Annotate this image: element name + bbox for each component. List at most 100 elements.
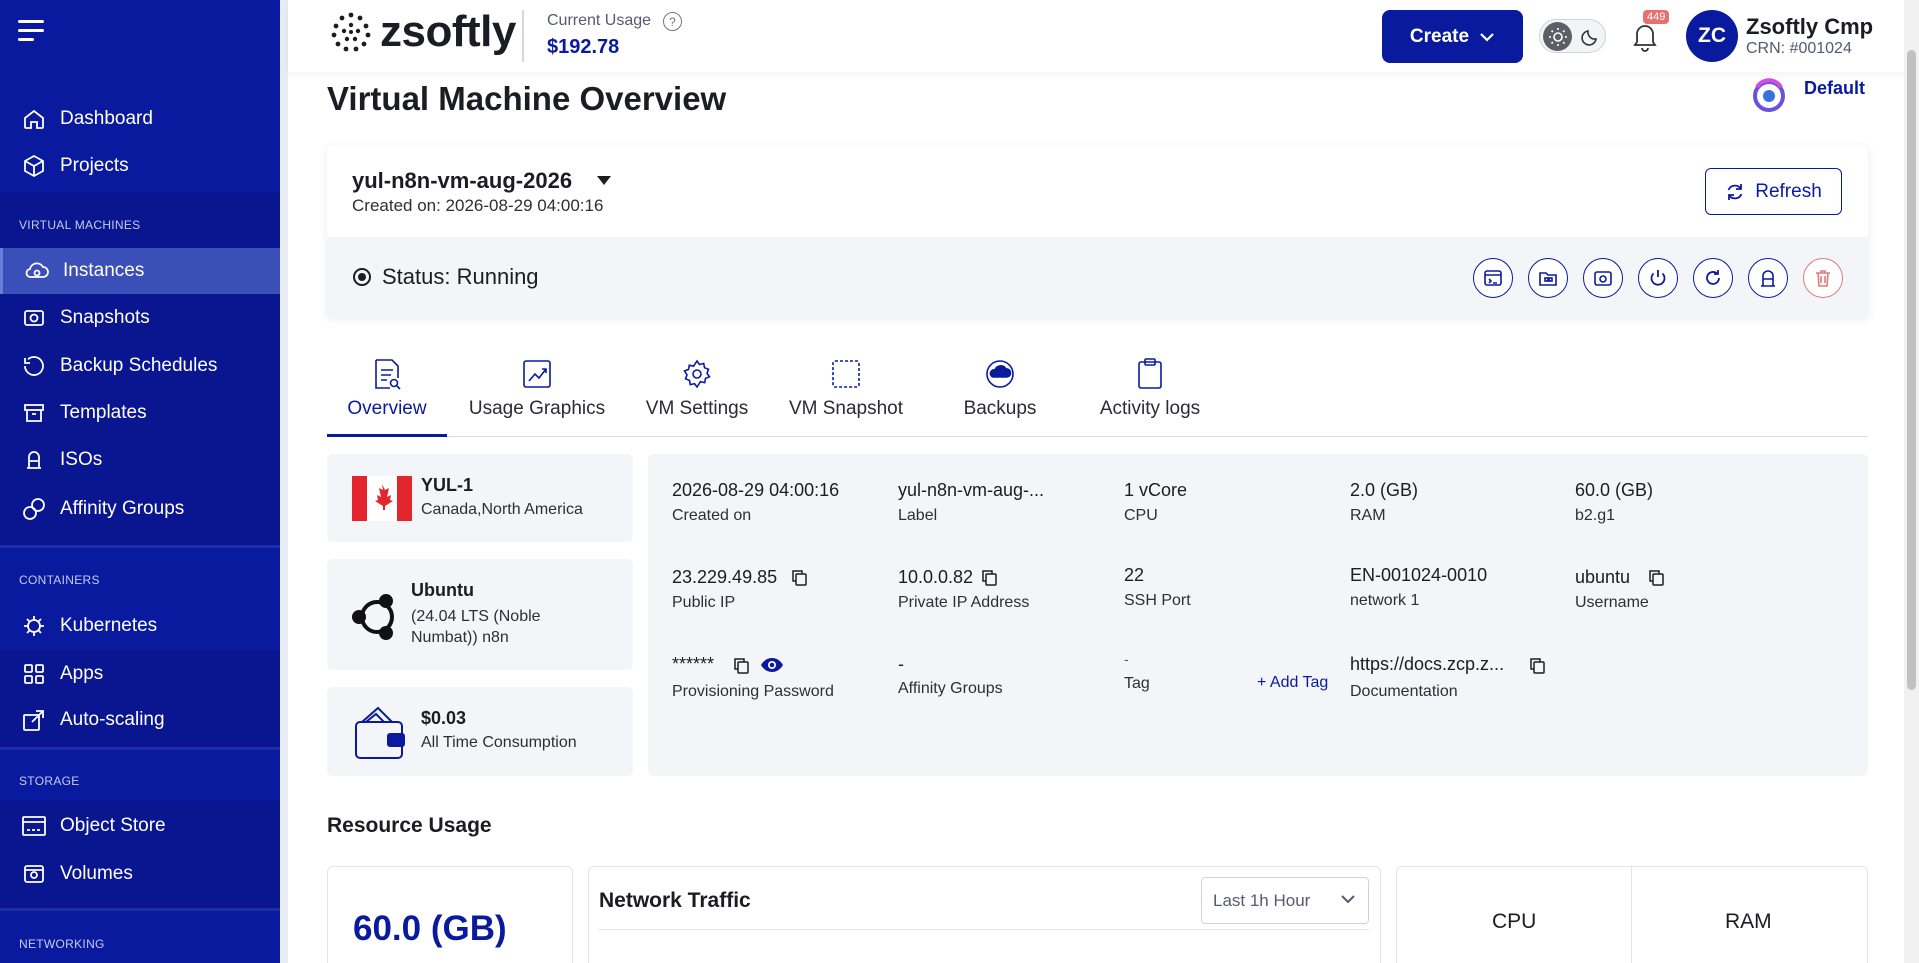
sidebar-item-label: Snapshots <box>60 307 150 328</box>
cpu-ram-divider <box>1631 867 1632 963</box>
delete-button[interactable] <box>1803 258 1843 298</box>
sidebar-item-kubernetes[interactable]: Kubernetes <box>0 603 280 649</box>
tag-value: - <box>1124 651 1129 667</box>
object-store-icon <box>20 812 48 840</box>
network-traffic-title: Network Traffic <box>599 889 751 912</box>
tab-backups[interactable]: Backups <box>960 358 1040 436</box>
tab-overview[interactable]: Overview <box>347 358 427 436</box>
sidebar-item-projects[interactable]: Projects <box>0 143 280 189</box>
sidebar-item-label: Apps <box>60 663 104 684</box>
tab-usage-graphics[interactable]: Usage Graphics <box>467 358 607 436</box>
project-logo-icon <box>1752 77 1786 113</box>
vm-name-selector[interactable]: yul-n8n-vm-aug-2026 <box>352 168 572 194</box>
gear-icon <box>681 358 713 390</box>
tab-label: VM Snapshot <box>788 398 904 419</box>
reboot-button[interactable] <box>1693 258 1733 298</box>
scrollbar-thumb[interactable] <box>1907 50 1916 690</box>
created-on-value: 2026-08-29 04:00:16 <box>672 480 840 500</box>
time-range-select[interactable]: Last 1h Hour <box>1201 877 1369 924</box>
section-label-networking: NETWORKING <box>19 937 105 951</box>
project-selector[interactable]: Default <box>1804 78 1865 99</box>
consumption-value: $0.03 <box>421 708 467 728</box>
divider <box>0 545 280 548</box>
console-button[interactable] <box>1473 258 1513 298</box>
backup-icon <box>984 358 1016 390</box>
sidebar-item-label: Volumes <box>60 863 133 884</box>
tab-activity-logs[interactable]: Activity logs <box>1094 358 1206 436</box>
disk-value: 60.0 (GB) <box>1575 480 1654 500</box>
top-bar <box>288 0 1919 72</box>
affinity-icon <box>20 495 48 523</box>
hamburger-menu-icon[interactable] <box>18 20 46 42</box>
cpu-value: 1 vCore <box>1124 480 1188 500</box>
attach-iso-button[interactable] <box>1528 258 1568 298</box>
sidebar-item-dashboard[interactable]: Dashboard <box>0 96 280 142</box>
theme-toggle[interactable] <box>1539 19 1606 53</box>
os-name: Ubuntu <box>411 580 474 600</box>
zsoftly-logo[interactable]: zsoftly <box>330 10 516 54</box>
user-name[interactable]: Zsoftly Cmp <box>1746 14 1873 40</box>
vm-label-label: Label <box>898 507 938 524</box>
sidebar-item-volumes[interactable]: Volumes <box>0 851 280 897</box>
tag-label: Tag <box>1124 675 1150 692</box>
os-version: (24.04 LTS (Noble Numbat)) n8n <box>411 608 541 646</box>
take-snapshot-button[interactable] <box>1583 258 1623 298</box>
create-button[interactable]: Create <box>1382 10 1523 63</box>
vm-status: Status: Running <box>382 264 539 289</box>
notification-bell-icon[interactable] <box>1630 20 1660 52</box>
active-tab-indicator <box>327 434 447 437</box>
sidebar-item-templates[interactable]: Templates <box>0 390 280 436</box>
caret-down-icon[interactable] <box>597 176 611 185</box>
clipboard-icon <box>1134 358 1166 390</box>
sidebar-item-label: Backup Schedules <box>60 355 218 376</box>
sidebar-item-isos[interactable]: ISOs <box>0 437 280 483</box>
cpu-label: CPU <box>1124 507 1158 524</box>
reset-password-icon <box>1761 270 1775 287</box>
sidebar-item-backup-schedules[interactable]: Backup Schedules <box>0 343 280 389</box>
notification-badge: 449 <box>1643 10 1670 24</box>
created-on-label: Created on <box>672 507 752 524</box>
refresh-button[interactable]: Refresh <box>1705 168 1842 215</box>
copy-icon[interactable] <box>1529 657 1545 674</box>
cpu-ram-card <box>1396 866 1868 963</box>
avatar[interactable]: ZC <box>1686 10 1738 62</box>
reset-password-button[interactable] <box>1748 258 1788 298</box>
copy-icon[interactable] <box>733 657 749 674</box>
tab-vm-settings[interactable]: VM Settings <box>645 358 749 436</box>
copy-icon[interactable] <box>1648 569 1664 586</box>
ssh-port-value: 22 <box>1124 565 1145 585</box>
tab-vm-snapshot[interactable]: VM Snapshot <box>786 358 906 436</box>
disk-size-value: 60.0 (GB) <box>353 909 507 948</box>
copy-icon[interactable] <box>791 569 807 586</box>
sidebar-item-affinity-groups[interactable]: Affinity Groups <box>0 486 280 532</box>
help-circle-icon[interactable]: ? <box>663 12 682 31</box>
affinity-value: - <box>898 654 904 674</box>
section-label-containers: CONTAINERS <box>19 573 100 587</box>
apps-grid-icon <box>20 660 48 688</box>
sidebar-item-auto-scaling[interactable]: Auto-scaling <box>0 697 280 743</box>
public-ip-label: Public IP <box>672 594 736 611</box>
documentation-link[interactable]: https://docs.zcp.z... <box>1350 654 1504 675</box>
section-label-storage: STORAGE <box>19 774 80 788</box>
add-tag-link[interactable]: + Add Tag <box>1257 674 1328 692</box>
eye-icon[interactable] <box>760 657 784 673</box>
wallet-icon <box>352 702 408 762</box>
vm-details-panel <box>648 454 1868 776</box>
sidebar-item-instances[interactable]: Instances <box>0 248 280 294</box>
tab-label: Activity logs <box>1099 398 1201 419</box>
copy-icon[interactable] <box>981 569 997 586</box>
sidebar-item-snapshots[interactable]: Snapshots <box>0 295 280 341</box>
logo-text: zsoftly <box>380 7 516 56</box>
sidebar-item-label: Auto-scaling <box>60 709 165 730</box>
snapshot-icon <box>830 358 862 390</box>
archive-icon <box>20 399 48 427</box>
tab-label: Backups <box>963 398 1037 419</box>
sidebar-item-object-store[interactable]: Object Store <box>0 803 280 849</box>
sidebar-item-label: Object Store <box>60 815 166 836</box>
tab-label: VM Settings <box>645 398 749 419</box>
public-ip-value: 23.229.49.85 <box>672 567 778 587</box>
volume-icon <box>20 860 48 888</box>
sidebar-item-apps[interactable]: Apps <box>0 651 280 697</box>
time-range-value: Last 1h Hour <box>1213 890 1311 910</box>
power-button[interactable] <box>1638 258 1678 298</box>
